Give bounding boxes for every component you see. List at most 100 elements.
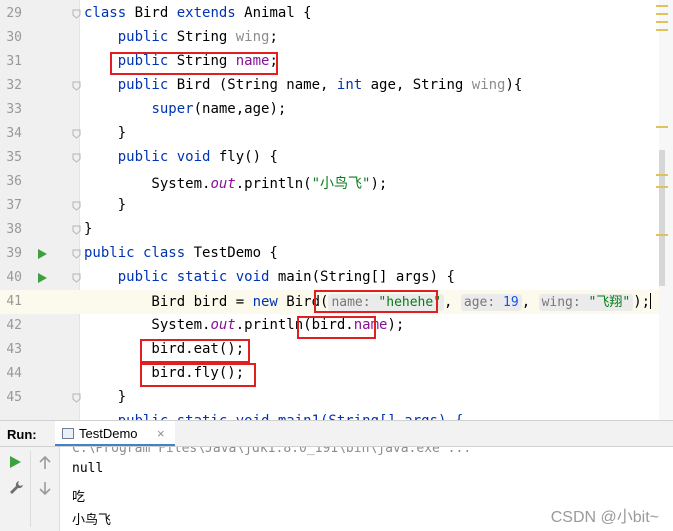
code-token: int xyxy=(336,77,371,93)
run-gutter-icon[interactable] xyxy=(38,273,47,283)
code-token: main(String[] args) { xyxy=(277,269,455,285)
fold-marker-icon[interactable] xyxy=(72,273,81,283)
code-editor[interactable]: 29 class Bird extends Animal { 30 public S… xyxy=(0,0,673,420)
code-line[interactable]: 29 class Bird extends Animal { xyxy=(0,2,673,26)
console-output-line: 小鸟飞 xyxy=(72,513,112,528)
code-token: ); xyxy=(633,294,651,310)
line-number: 29 xyxy=(6,6,22,21)
code-line[interactable]: 30 public String wing; xyxy=(0,26,673,50)
line-number: 30 xyxy=(6,30,22,45)
code-text: super(name,age); xyxy=(84,101,286,117)
arrow-up-icon[interactable] xyxy=(38,456,52,470)
warning-marker[interactable] xyxy=(656,126,668,128)
code-text: public void fly() { xyxy=(84,149,278,165)
parameter-hint-value: 19 xyxy=(503,295,519,310)
fold-marker-icon[interactable] xyxy=(72,9,81,19)
warning-marker[interactable] xyxy=(656,5,668,7)
line-number: 31 xyxy=(6,54,22,69)
code-token: , xyxy=(521,294,539,310)
fold-marker-icon[interactable] xyxy=(72,81,81,91)
run-label: Run: xyxy=(7,427,37,442)
parameter-hint-value: "飞翔" xyxy=(588,295,631,310)
code-line[interactable]: 35 public void fly() { xyxy=(0,146,673,170)
code-line[interactable]: 40 public static void main(String[] args… xyxy=(0,266,673,290)
line-number: 38 xyxy=(6,222,22,237)
run-tool-column xyxy=(0,447,60,531)
console-tab-icon xyxy=(62,428,74,439)
code-token: } xyxy=(84,125,127,141)
code-token: public xyxy=(117,77,177,93)
fold-marker-icon[interactable] xyxy=(72,129,81,139)
arrow-down-icon[interactable] xyxy=(38,481,52,495)
code-token: } xyxy=(84,221,93,237)
code-line[interactable]: 34 } xyxy=(0,122,673,146)
code-token: public class xyxy=(84,245,194,261)
fold-marker-icon[interactable] xyxy=(72,153,81,163)
code-line[interactable]: 45 } xyxy=(0,386,673,410)
code-token: System. xyxy=(84,176,211,192)
code-line[interactable]: 39 public class TestDemo { xyxy=(0,242,673,266)
code-token: ); xyxy=(370,176,388,192)
run-gutter-icon[interactable] xyxy=(38,249,47,259)
warning-marker[interactable] xyxy=(656,186,668,188)
code-line[interactable]: 32 public Bird (String name, int age, St… xyxy=(0,74,673,98)
warning-marker[interactable] xyxy=(656,21,668,23)
parameter-hint: wing: "飞翔" xyxy=(538,294,634,311)
code-line[interactable]: 43 bird.eat(); xyxy=(0,338,673,362)
code-line-partial: public static void main1(String[] args) … xyxy=(0,410,673,420)
warning-marker[interactable] xyxy=(656,234,668,236)
warning-marker[interactable] xyxy=(656,13,668,15)
close-icon[interactable]: × xyxy=(157,426,165,441)
tab-testdemo[interactable]: TestDemo × xyxy=(55,421,175,446)
warning-marker[interactable] xyxy=(656,174,668,176)
code-token: } xyxy=(84,389,127,405)
code-token: public static void xyxy=(117,269,278,285)
line-number: 39 xyxy=(6,246,22,261)
code-line[interactable]: 33 super(name,age); xyxy=(0,98,673,122)
line-number: 35 xyxy=(6,150,22,165)
code-line[interactable]: 44 bird.fly(); xyxy=(0,362,673,386)
code-line[interactable]: 36 System.out.println("小鸟飞"); xyxy=(0,170,673,194)
code-token: Bird (String name, xyxy=(176,77,337,93)
fold-marker-icon[interactable] xyxy=(72,201,81,211)
run-console[interactable]: C:\Program Files\Java\jdk1.8.0_191\bin\j… xyxy=(0,447,673,531)
code-text: } xyxy=(84,197,126,213)
code-line[interactable]: 37 } xyxy=(0,194,673,218)
line-number: 37 xyxy=(6,198,22,213)
run-toolbar: Run: TestDemo × xyxy=(0,420,673,447)
console-output-line: null xyxy=(72,461,104,476)
code-line[interactable]: 38} xyxy=(0,218,673,242)
annotation-box-bird-fly xyxy=(140,363,256,387)
scrollbar-thumb[interactable] xyxy=(659,150,665,286)
fold-marker-icon[interactable] xyxy=(72,249,81,259)
code-line[interactable]: 31 public String name; xyxy=(0,50,673,74)
code-token: String xyxy=(176,29,236,45)
command-line: C:\Program Files\Java\jdk1.8.0_191\bin\j… xyxy=(72,447,472,456)
wrench-icon[interactable] xyxy=(8,480,24,496)
code-text: } xyxy=(84,221,92,237)
warning-marker[interactable] xyxy=(656,29,668,31)
code-token: class xyxy=(84,5,135,21)
console-output-line: 吃 xyxy=(72,490,86,505)
code-token: ); xyxy=(387,317,405,333)
code-token: Bird bird = xyxy=(84,294,253,310)
code-token: "小鸟飞" xyxy=(311,176,371,192)
code-text: class Bird extends Animal { xyxy=(84,5,312,21)
line-number: 40 xyxy=(6,270,22,285)
fold-marker-icon[interactable] xyxy=(72,225,81,235)
code-token: out xyxy=(210,317,236,333)
code-token: TestDemo { xyxy=(193,245,278,261)
annotation-box-field-name xyxy=(110,52,278,75)
code-token: ){ xyxy=(505,77,523,93)
code-token: extends xyxy=(176,5,245,21)
code-token: fly() { xyxy=(218,149,278,165)
watermark: CSDN @小bit~ xyxy=(550,509,659,526)
line-number: 32 xyxy=(6,78,22,93)
code-token: .println( xyxy=(235,176,312,192)
rerun-icon[interactable] xyxy=(10,456,21,468)
fold-marker-icon[interactable] xyxy=(72,393,81,403)
tool-separator xyxy=(30,451,31,527)
code-text: public String wing; xyxy=(84,29,278,45)
